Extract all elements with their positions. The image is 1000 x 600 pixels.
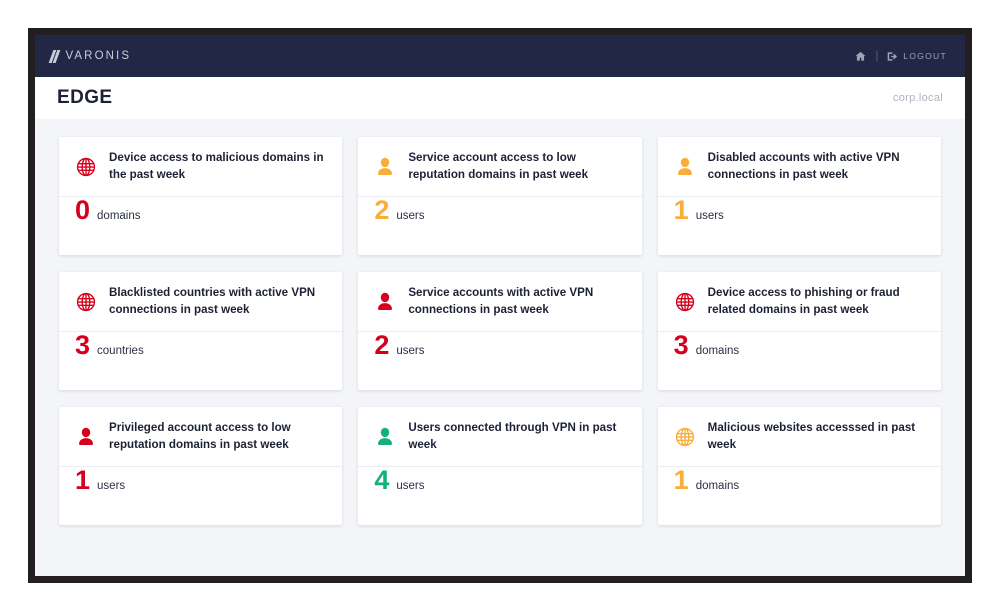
metric-card[interactable]: Device access to malicious domains in th… [59, 137, 343, 255]
varonis-slashes-logo-icon [48, 49, 60, 63]
metric-card-header: Service account access to low reputation… [358, 137, 642, 197]
metric-value: 3 [673, 330, 689, 360]
globe-icon [674, 291, 696, 313]
metric-unit: users [396, 480, 425, 492]
metric-value: 2 [374, 195, 390, 225]
metric-unit: users [396, 210, 425, 222]
metric-card-title: Device access to malicious domains in th… [109, 150, 324, 181]
app-window: VARONIS | LOGOUT EDGE corp.local Device … [35, 35, 965, 576]
top-navigation-bar: VARONIS | LOGOUT [35, 35, 965, 77]
logout-label: LOGOUT [903, 51, 947, 61]
metric-card-header: Service accounts with active VPN connect… [358, 272, 642, 332]
page-title: EDGE [57, 87, 113, 108]
metric-card-title: Privileged account access to low reputat… [109, 420, 291, 451]
header-divider: | [875, 50, 879, 62]
user-icon [75, 426, 97, 448]
metric-card-body: 3 countries [59, 332, 342, 390]
metric-card-title: Service accounts with active VPN connect… [408, 285, 594, 316]
user-icon [674, 156, 696, 178]
home-icon[interactable] [855, 51, 866, 62]
metric-card-body: 1 users [59, 467, 342, 525]
metric-card-body: 1 users [658, 197, 941, 255]
page-title-bar: EDGE corp.local [35, 77, 965, 119]
metric-card-header: Device access to malicious domains in th… [59, 137, 343, 197]
metric-card-header: Disabled accounts with active VPN connec… [657, 137, 941, 197]
metric-card[interactable]: Service accounts with active VPN connect… [358, 272, 642, 390]
metric-card-body: 4 users [358, 467, 641, 525]
metric-card-body: 2 users [358, 332, 641, 390]
metric-value: 4 [374, 465, 390, 495]
metric-card-body: 2 users [358, 197, 641, 255]
globe-icon [674, 426, 696, 448]
metric-unit: users [396, 345, 425, 357]
metric-card-header: Device access to phishing or fraud relat… [657, 272, 941, 332]
metric-value: 1 [673, 465, 689, 495]
metric-card[interactable]: Disabled accounts with active VPN connec… [657, 137, 941, 255]
metric-card-body: 1 domains [658, 467, 941, 525]
globe-icon [75, 291, 97, 313]
varonis-logo[interactable]: VARONIS [48, 49, 132, 63]
metric-value: 3 [75, 330, 91, 360]
metric-card-title: Users connected through VPN in past week [408, 420, 617, 451]
brand-name: VARONIS [65, 50, 132, 62]
metric-card-title: Device access to phishing or fraud relat… [707, 285, 900, 316]
metric-unit: domains [695, 480, 740, 492]
tenant-label: corp.local [892, 92, 943, 104]
metric-card[interactable]: Service account access to low reputation… [358, 137, 642, 255]
metric-card-header: Blacklisted countries with active VPN co… [59, 272, 343, 332]
metric-card[interactable]: Users connected through VPN in past week… [358, 407, 642, 525]
metric-unit: domains [97, 210, 141, 222]
metric-value: 2 [374, 330, 390, 360]
metric-card-title: Disabled accounts with active VPN connec… [707, 150, 900, 181]
metric-unit: countries [97, 345, 144, 357]
metric-value: 1 [75, 465, 91, 495]
globe-icon [75, 156, 97, 178]
top-bar-actions: | LOGOUT [855, 50, 947, 62]
metric-unit: users [695, 210, 724, 222]
metric-card[interactable]: Device access to phishing or fraud relat… [657, 272, 941, 390]
metric-card-title: Blacklisted countries with active VPN co… [109, 285, 316, 316]
logout-icon [887, 51, 898, 62]
metric-unit: users [97, 480, 126, 492]
metric-card-body: 0 domains [59, 197, 342, 255]
metric-card-header: Malicious websites accesssed in past wee… [657, 407, 941, 467]
logout-button[interactable]: LOGOUT [887, 51, 947, 62]
user-icon [374, 291, 396, 313]
metric-card[interactable]: Privileged account access to low reputat… [59, 407, 343, 525]
monitor-bezel: VARONIS | LOGOUT EDGE corp.local Device … [28, 28, 972, 583]
metric-card[interactable]: Malicious websites accesssed in past wee… [657, 407, 941, 525]
user-icon [374, 156, 396, 178]
metric-value: 0 [75, 195, 91, 225]
metric-card-grid: Device access to malicious domains in th… [35, 119, 965, 525]
user-icon [374, 426, 396, 448]
metric-card-title: Service account access to low reputation… [408, 150, 589, 181]
metric-card-header: Privileged account access to low reputat… [59, 407, 343, 467]
metric-card-body: 3 domains [658, 332, 941, 390]
metric-card-title: Malicious websites accesssed in past wee… [707, 420, 916, 451]
metric-unit: domains [695, 345, 740, 357]
metric-card[interactable]: Blacklisted countries with active VPN co… [59, 272, 343, 390]
metric-card-header: Users connected through VPN in past week [358, 407, 642, 467]
metric-value: 1 [673, 195, 689, 225]
